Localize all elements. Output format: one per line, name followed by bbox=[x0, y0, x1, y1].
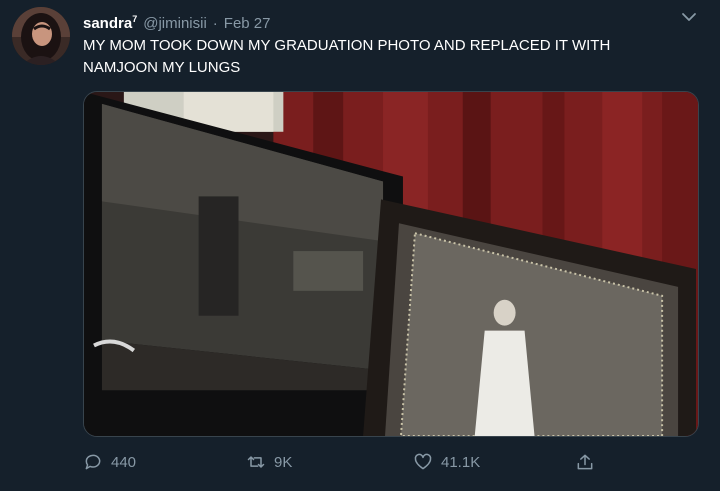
like-button[interactable]: 41.1K bbox=[413, 449, 480, 475]
tweet-text: MY MOM TOOK DOWN MY GRADUATION PHOTO AND… bbox=[83, 37, 611, 76]
tweet-photo[interactable] bbox=[83, 91, 699, 437]
timestamp[interactable]: Feb 27 bbox=[224, 14, 271, 34]
share-button[interactable] bbox=[575, 449, 595, 475]
like-count: 41.1K bbox=[441, 453, 481, 471]
retweet-arrows-icon bbox=[247, 456, 265, 468]
tweet-header: sandra7 @jiminisii · Feb 27 bbox=[83, 9, 270, 34]
heart-icon bbox=[414, 453, 432, 470]
comment-bubble-icon bbox=[85, 454, 101, 470]
retweet-button[interactable]: 9K bbox=[246, 449, 292, 475]
tweet[interactable]: sandra7 @jiminisii · Feb 27 MY MOM TOOK … bbox=[0, 0, 720, 491]
separator-dot: · bbox=[212, 15, 218, 32]
share-upload-icon bbox=[577, 454, 593, 470]
name-suffix: 7 bbox=[132, 14, 138, 24]
display-name[interactable]: sandra7 bbox=[83, 9, 137, 34]
user-handle[interactable]: @jiminisii bbox=[143, 14, 207, 34]
retweet-count: 9K bbox=[274, 453, 293, 471]
reply-button[interactable]: 440 bbox=[83, 449, 136, 475]
chevron-down-icon[interactable] bbox=[679, 9, 699, 25]
avatar[interactable] bbox=[12, 7, 70, 65]
avatar-image bbox=[12, 7, 70, 65]
tweet-actions: 440 9K 41.1K bbox=[83, 449, 683, 475]
reply-count: 440 bbox=[111, 453, 137, 471]
